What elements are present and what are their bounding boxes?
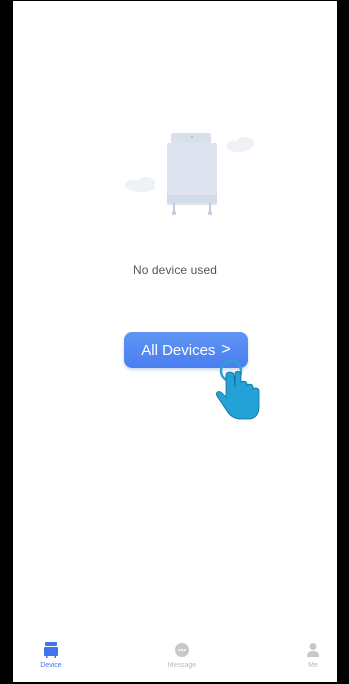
- tab-me[interactable]: Me: [273, 636, 349, 682]
- empty-device-illustration: [125, 133, 254, 216]
- tap-hand-icon: [216, 359, 260, 420]
- all-devices-label: All Devices: [141, 341, 216, 359]
- message-icon: [175, 643, 189, 657]
- person-icon: [307, 643, 319, 657]
- tab-device[interactable]: Device: [11, 636, 91, 682]
- tab-message-label: Message: [167, 662, 197, 669]
- tab-device-label: Device: [40, 662, 62, 669]
- bottom-tab-bar: Device Message Me: [13, 636, 337, 682]
- tab-message[interactable]: Message: [142, 636, 222, 682]
- tab-me-label: Me: [308, 662, 318, 669]
- chevron-right-icon: >: [221, 341, 231, 358]
- device-icon: [44, 642, 58, 658]
- screen: No device used All Devices > Device Mess…: [13, 1, 337, 682]
- empty-state-message: No device used: [132, 263, 218, 277]
